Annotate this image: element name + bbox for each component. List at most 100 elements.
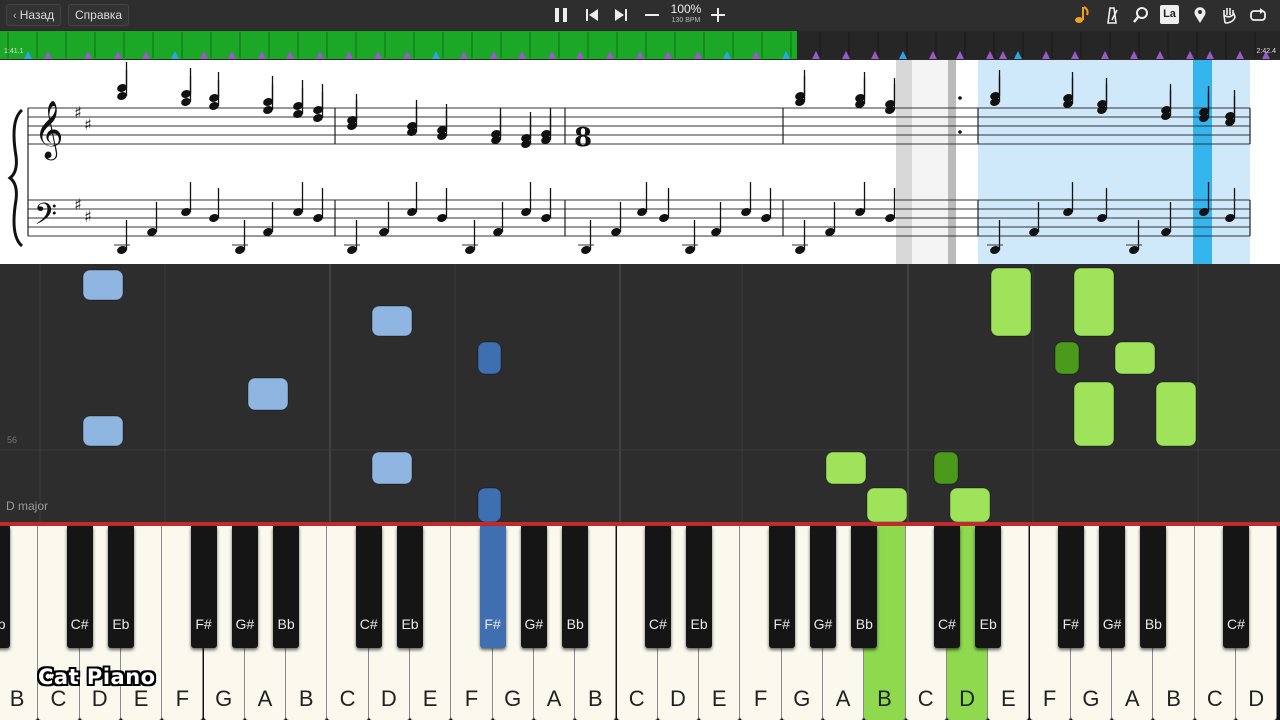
help-button[interactable]: Справка	[68, 4, 130, 26]
black-key[interactable]: Eb	[686, 526, 713, 648]
pin-icon[interactable]	[1190, 5, 1210, 25]
timeline-marker	[1186, 51, 1194, 59]
black-key[interactable]: C#	[355, 526, 382, 648]
hand-icon[interactable]	[1219, 5, 1239, 25]
page-edge	[896, 60, 912, 264]
repeat-dot	[958, 96, 962, 100]
falling-note	[1155, 381, 1197, 447]
white-key-label: A	[835, 686, 851, 711]
falling-note	[82, 269, 124, 301]
black-key-label: F#	[195, 616, 212, 632]
falling-note	[371, 451, 413, 485]
timeline-marker	[1071, 51, 1079, 59]
white-key-label: D	[670, 686, 686, 711]
repeat-dot	[958, 130, 962, 134]
back-button[interactable]: ‹ Назад	[6, 4, 62, 26]
white-key-label: G	[215, 686, 233, 711]
timeline-marker	[44, 51, 52, 59]
white-key-label: E	[133, 686, 149, 711]
measure-markers	[7, 32, 1270, 59]
timeline-marker	[636, 51, 644, 59]
timeline-marker	[1236, 51, 1244, 59]
white-key-label: E	[711, 686, 727, 711]
black-key-label: F#	[1062, 616, 1079, 632]
black-key-label: F#	[773, 616, 790, 632]
black-key-label: C#	[359, 616, 378, 632]
black-key[interactable]: Eb	[397, 526, 423, 648]
falling-note	[371, 305, 413, 337]
black-key[interactable]: C#	[933, 526, 960, 648]
forward-icon[interactable]	[611, 5, 631, 25]
note-icon[interactable]	[1072, 5, 1092, 25]
white-key-label: C	[50, 686, 67, 711]
black-key[interactable]: Bb	[562, 526, 589, 648]
timeline-marker	[403, 51, 411, 59]
black-key[interactable]: Eb	[975, 526, 1002, 648]
black-key[interactable]: F#	[1057, 526, 1084, 648]
timeline-marker	[812, 51, 820, 59]
magnifier-icon[interactable]	[1131, 5, 1151, 25]
la-label-icon[interactable]: La	[1160, 5, 1179, 24]
black-key-label: C#	[937, 616, 956, 632]
black-key[interactable]: Bb	[0, 526, 10, 648]
timeline-marker	[84, 51, 92, 59]
white-key-label: B	[877, 686, 892, 711]
black-key[interactable]: Bb	[851, 526, 878, 648]
black-key[interactable]: G#	[1099, 526, 1126, 648]
timeline-marker	[576, 51, 584, 59]
pitch-marker: 56	[7, 435, 18, 445]
top-toolbar: ‹ Назад Справка 100% 130 BPM La	[0, 0, 1280, 30]
black-key[interactable]: G#	[520, 526, 547, 648]
black-key[interactable]: C#	[644, 526, 671, 648]
pause-icon[interactable]	[551, 5, 571, 25]
black-key[interactable]: Eb	[107, 526, 134, 648]
timeline-marker	[694, 51, 702, 59]
timeline-marker	[460, 51, 468, 59]
bass-sharp-f: ♯	[74, 195, 82, 214]
black-key[interactable]: C#	[1223, 526, 1249, 648]
black-key-label: Bb	[566, 616, 584, 632]
timeline-marker	[432, 51, 440, 59]
black-key[interactable]: Bb	[273, 526, 300, 648]
black-key[interactable]: F#	[768, 526, 795, 648]
timeline-marker	[518, 51, 526, 59]
black-key[interactable]: F#	[479, 526, 506, 648]
black-key[interactable]: C#	[66, 526, 93, 648]
black-key-label: Bb	[1144, 616, 1162, 632]
black-key[interactable]: F#	[190, 526, 217, 648]
black-key[interactable]: Bb	[1140, 526, 1167, 648]
black-key-label: C#	[1227, 616, 1245, 632]
white-key-label: C	[339, 686, 356, 711]
falling-note	[933, 451, 959, 485]
timeline-marker	[956, 51, 964, 59]
timeline-marker	[986, 51, 994, 59]
treble-sharp-c: ♯	[84, 115, 92, 134]
black-key-label: C#	[648, 616, 667, 632]
plus-icon[interactable]	[708, 5, 728, 25]
key-signature-label: D major	[6, 499, 49, 513]
rewind-icon[interactable]	[582, 5, 602, 25]
metronome-icon[interactable]	[1102, 5, 1122, 25]
piano-keyboard[interactable]: BCDEFGABCDEFGABCDEFGABCDEFGABCDBbC#EbF#G…	[0, 522, 1280, 720]
white-key-label: A	[1124, 686, 1140, 711]
grand-staff-brace	[7, 108, 24, 248]
tempo-percent: 100%	[670, 2, 702, 16]
black-key-label: C#	[70, 616, 89, 632]
white-key-label: E	[422, 686, 438, 711]
white-key-label: G	[1082, 686, 1100, 711]
sheet-music: 𝄞 𝄢 ♯ ♯ ♯ ♯ 8	[0, 60, 1280, 264]
song-progress-bar[interactable]: 1:41.1 2:42.4	[0, 30, 1280, 60]
minus-icon[interactable]	[642, 5, 662, 25]
timeline-marker	[490, 51, 498, 59]
black-key-label: Bb	[0, 616, 6, 632]
end-time: 2:42.4	[1256, 48, 1276, 55]
black-key[interactable]: G#	[231, 526, 258, 648]
ottava-8: 8	[574, 123, 592, 153]
white-key-label: C	[1206, 686, 1223, 711]
timeline-marker	[286, 51, 294, 59]
black-key[interactable]: G#	[810, 526, 836, 648]
white-key-label: F	[175, 686, 190, 711]
timeline-marker	[171, 51, 179, 59]
falling-note	[990, 267, 1032, 337]
loop-icon[interactable]	[1248, 5, 1268, 25]
